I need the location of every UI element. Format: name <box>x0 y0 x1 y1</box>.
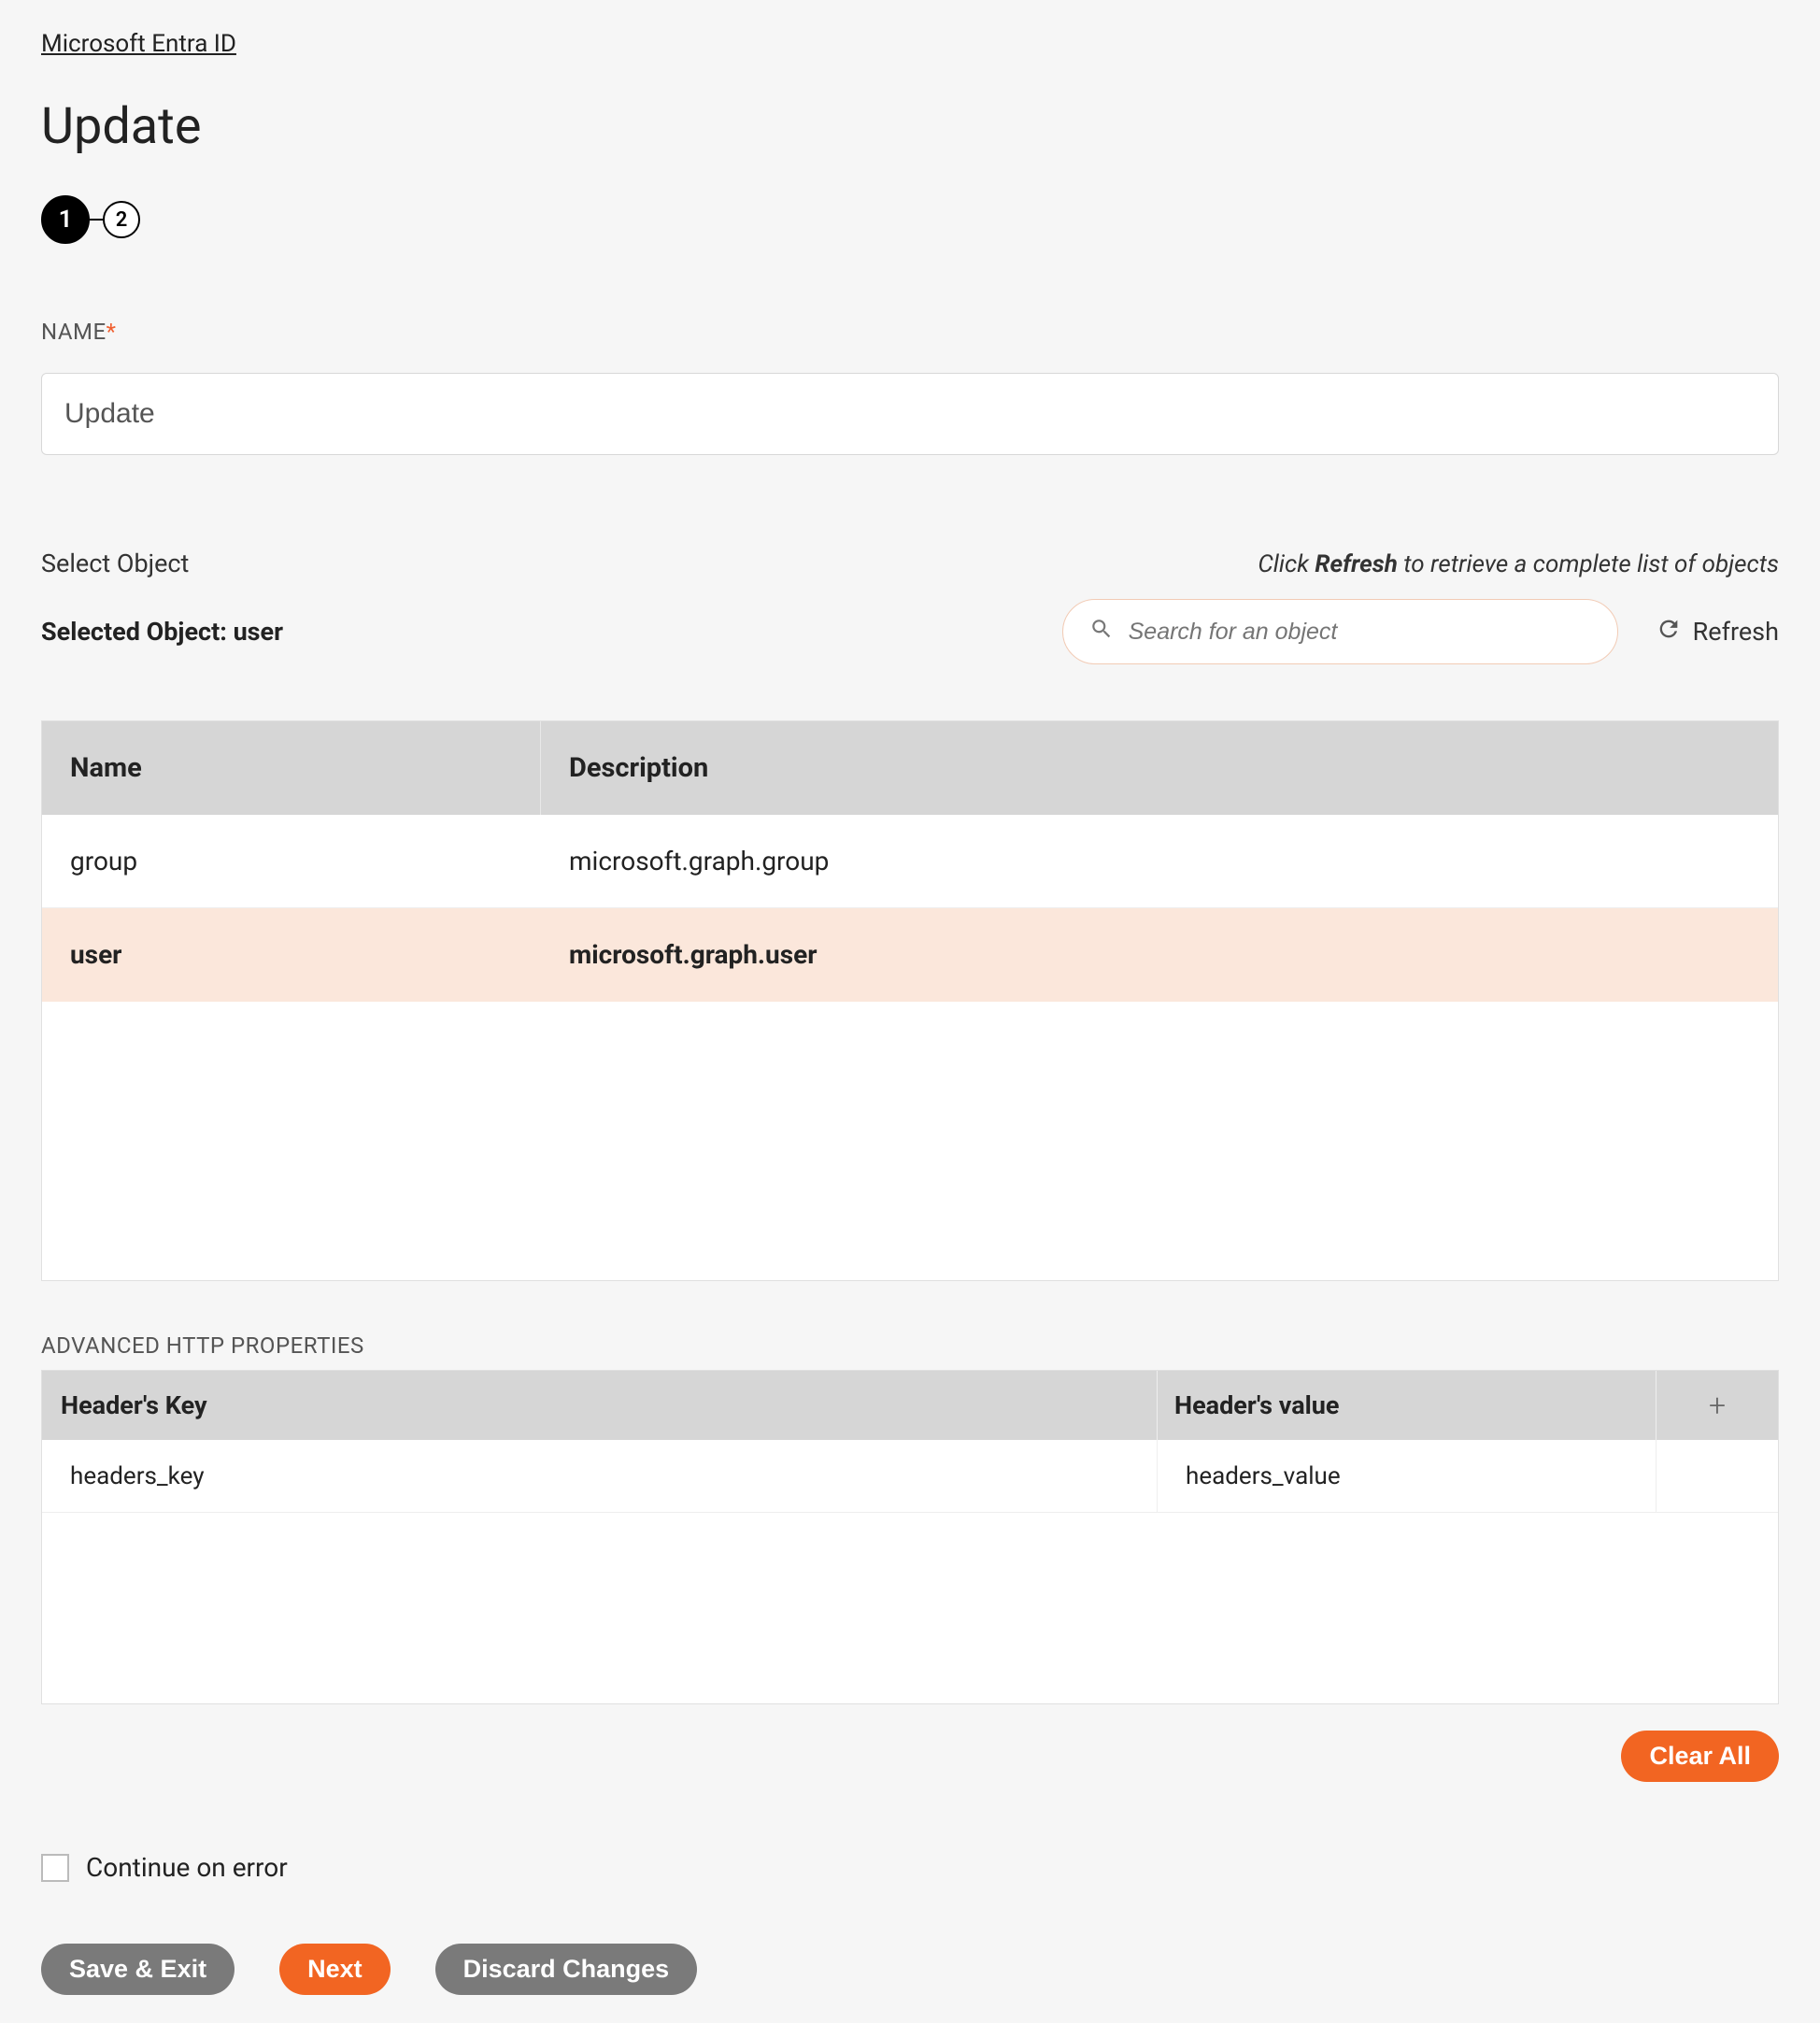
add-header-button[interactable]: + <box>1656 1388 1778 1423</box>
table-row[interactable]: headers_key headers_value <box>42 1440 1778 1513</box>
objects-table-header: Name Description <box>42 721 1778 815</box>
advanced-label: ADVANCED HTTP PROPERTIES <box>41 1332 1779 1359</box>
step-connector <box>90 219 103 221</box>
step-1[interactable]: 1 <box>41 195 90 244</box>
step-2[interactable]: 2 <box>103 201 140 238</box>
search-box[interactable] <box>1062 599 1618 664</box>
refresh-hint: Click Refresh to retrieve a complete lis… <box>1258 550 1779 578</box>
cell-desc: microsoft.graph.user <box>541 939 1778 970</box>
continue-on-error-checkbox[interactable] <box>41 1854 69 1882</box>
col-desc-header[interactable]: Description <box>541 752 1778 784</box>
table-row[interactable]: user microsoft.graph.user <box>42 908 1778 1002</box>
search-icon <box>1089 617 1114 648</box>
name-input[interactable] <box>41 373 1779 455</box>
col-header-key[interactable]: Header's Key <box>42 1371 1158 1440</box>
col-name-header[interactable]: Name <box>42 721 541 815</box>
continue-on-error-label: Continue on error <box>86 1852 288 1883</box>
cell-key: headers_key <box>42 1440 1158 1512</box>
table-row[interactable]: group microsoft.graph.group <box>42 815 1778 908</box>
discard-changes-button[interactable]: Discard Changes <box>435 1944 698 1995</box>
name-label: NAME* <box>41 319 1779 345</box>
search-input[interactable] <box>1129 619 1591 646</box>
headers-table-header: Header's Key Header's value + <box>42 1371 1778 1440</box>
plus-icon: + <box>1709 1388 1726 1423</box>
col-header-value[interactable]: Header's value <box>1158 1371 1656 1440</box>
headers-table: Header's Key Header's value + headers_ke… <box>41 1370 1779 1704</box>
refresh-icon <box>1656 616 1682 648</box>
refresh-label: Refresh <box>1693 617 1779 647</box>
clear-all-button[interactable]: Clear All <box>1621 1731 1779 1782</box>
selected-object-label: Selected Object: user <box>41 617 283 647</box>
cell-name: user <box>42 939 541 970</box>
select-object-label: Select Object <box>41 548 189 578</box>
next-button[interactable]: Next <box>279 1944 391 1995</box>
cell-desc: microsoft.graph.group <box>541 846 1778 876</box>
page-title: Update <box>41 97 1779 156</box>
refresh-button[interactable]: Refresh <box>1656 616 1779 648</box>
breadcrumb-link[interactable]: Microsoft Entra ID <box>41 30 236 58</box>
cell-name: group <box>42 846 541 876</box>
objects-table: Name Description group microsoft.graph.g… <box>41 720 1779 1281</box>
cell-val: headers_value <box>1158 1440 1656 1512</box>
stepper: 1 2 <box>41 195 1779 244</box>
save-exit-button[interactable]: Save & Exit <box>41 1944 235 1995</box>
